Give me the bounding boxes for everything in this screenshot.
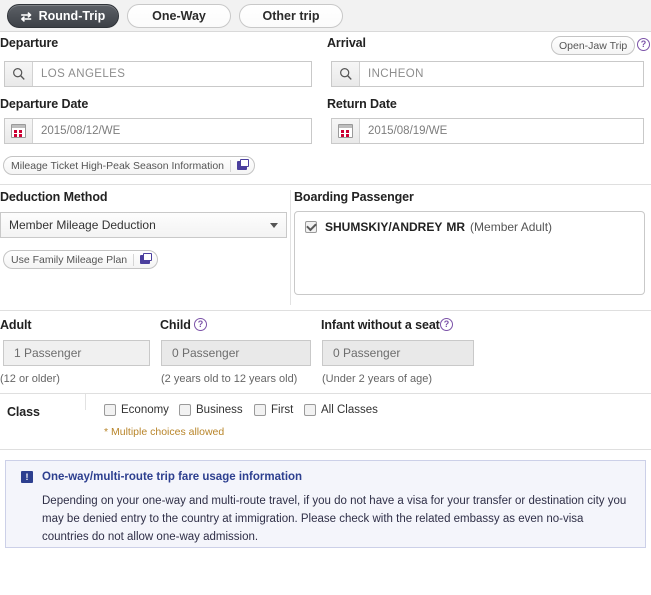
infant-count-field[interactable]: 0 Passenger [322, 340, 474, 366]
boarding-passenger-label: Boarding Passenger [294, 190, 414, 204]
boarding-passenger-list: SHUMSKIY/ANDREY MR (Member Adult) [294, 211, 645, 295]
info-icon: ! [21, 471, 33, 483]
adult-label: Adult [0, 318, 32, 332]
open-jaw-help-icon[interactable]: ? [637, 38, 650, 51]
open-jaw-trip-label: Open-Jaw Trip [559, 39, 628, 52]
family-mileage-plan-label: Use Family Mileage Plan [11, 253, 128, 266]
business-label: Business [196, 404, 243, 416]
passenger-checkbox[interactable] [305, 221, 317, 233]
section-divider-3 [0, 393, 651, 394]
section-divider-2 [0, 310, 651, 311]
adult-hint: (12 or older) [0, 373, 60, 385]
class-option-business[interactable]: Business [179, 404, 243, 416]
column-divider [290, 190, 291, 305]
all-classes-label: All Classes [321, 404, 378, 416]
infant-hint: (Under 2 years of age) [322, 373, 433, 385]
departure-date-label: Departure Date [0, 97, 89, 111]
economy-checkbox[interactable] [104, 404, 116, 416]
return-date-input[interactable] [360, 119, 643, 143]
tab-other-trip[interactable]: Other trip [239, 4, 343, 28]
child-hint: (2 years old to 12 years old) [161, 373, 298, 385]
class-option-economy[interactable]: Economy [104, 404, 169, 416]
swap-arrows-icon: ⇄ [20, 8, 32, 24]
return-date-field[interactable] [331, 118, 644, 144]
infant-label: Infant without a seat [321, 318, 440, 332]
passenger-title: MR [446, 220, 466, 234]
class-divider [85, 394, 86, 410]
booking-form-page: ⇄ Round-Trip One-Way Other trip Departur… [0, 0, 651, 595]
one-way-fare-notice: ! One-way/multi-route trip fare usage in… [5, 460, 646, 548]
pill-divider [230, 159, 232, 172]
search-icon [12, 68, 25, 80]
adult-count-value: 1 Passenger [14, 346, 82, 360]
tab-one-way[interactable]: One-Way [127, 4, 231, 28]
class-option-all-classes[interactable]: All Classes [304, 404, 378, 416]
family-mileage-plan-button[interactable]: Use Family Mileage Plan [3, 250, 159, 269]
child-label: Child [160, 318, 191, 332]
deduction-method-label: Deduction Method [0, 190, 108, 204]
new-window-icon [237, 159, 250, 170]
calendar-icon [11, 124, 26, 138]
section-divider-4 [0, 449, 651, 450]
departure-calendar-button[interactable] [5, 119, 33, 143]
search-icon [339, 68, 352, 80]
infant-count-value: 0 Passenger [333, 346, 401, 360]
arrival-label: Arrival [327, 36, 366, 50]
arrival-input[interactable] [360, 62, 643, 86]
child-count-field[interactable]: 0 Passenger [161, 340, 311, 366]
departure-label: Departure [0, 36, 59, 50]
passenger-name: SHUMSKIY/ANDREY [325, 220, 443, 234]
infant-help-icon[interactable]: ? [440, 318, 453, 331]
adult-count-field[interactable]: 1 Passenger [3, 340, 150, 366]
class-multiple-choice-note: * Multiple choices allowed [104, 426, 225, 438]
departure-date-field[interactable] [4, 118, 312, 144]
first-label: First [271, 404, 294, 416]
tab-other-trip-label: Other trip [262, 9, 320, 23]
mileage-peak-season-info-button[interactable]: Mileage Ticket High-Peak Season Informat… [3, 156, 256, 175]
arrival-city-field[interactable] [331, 61, 644, 87]
calendar-icon [338, 124, 353, 138]
child-help-icon[interactable]: ? [194, 318, 207, 331]
new-window-icon [140, 253, 153, 264]
all-classes-checkbox[interactable] [304, 404, 316, 416]
departure-date-input[interactable] [33, 119, 311, 143]
business-checkbox[interactable] [179, 404, 191, 416]
departure-input[interactable] [33, 62, 311, 86]
deduction-method-select[interactable]: Member Mileage Deduction [0, 212, 287, 238]
tab-round-trip-label: Round-Trip [38, 9, 106, 23]
arrival-search-button[interactable] [332, 62, 360, 86]
tab-one-way-label: One-Way [152, 9, 206, 23]
return-date-label: Return Date [327, 97, 397, 111]
section-divider-1 [0, 184, 651, 185]
boarding-passenger-row[interactable]: SHUMSKIY/ANDREY MR (Member Adult) [295, 212, 644, 234]
economy-label: Economy [121, 404, 169, 416]
class-label: Class [7, 405, 40, 419]
class-option-first[interactable]: First [254, 404, 293, 416]
first-checkbox[interactable] [254, 404, 266, 416]
pill-divider [133, 253, 135, 266]
deduction-method-value: Member Mileage Deduction [9, 218, 156, 232]
open-jaw-trip-button[interactable]: Open-Jaw Trip [551, 36, 636, 55]
passenger-meta: (Member Adult) [470, 220, 553, 234]
departure-city-field[interactable] [4, 61, 312, 87]
return-calendar-button[interactable] [332, 119, 360, 143]
notice-title: One-way/multi-route trip fare usage info… [42, 471, 303, 483]
chevron-down-icon [270, 223, 278, 228]
mileage-peak-season-info-label: Mileage Ticket High-Peak Season Informat… [11, 159, 225, 172]
trip-type-tabbar: ⇄ Round-Trip One-Way Other trip [0, 0, 651, 32]
tab-round-trip[interactable]: ⇄ Round-Trip [7, 4, 119, 28]
footer-bar: ↻ Start Over View → [0, 556, 651, 595]
departure-search-button[interactable] [5, 62, 33, 86]
notice-body: Depending on your one-way and multi-rout… [42, 495, 627, 543]
child-count-value: 0 Passenger [172, 346, 240, 360]
